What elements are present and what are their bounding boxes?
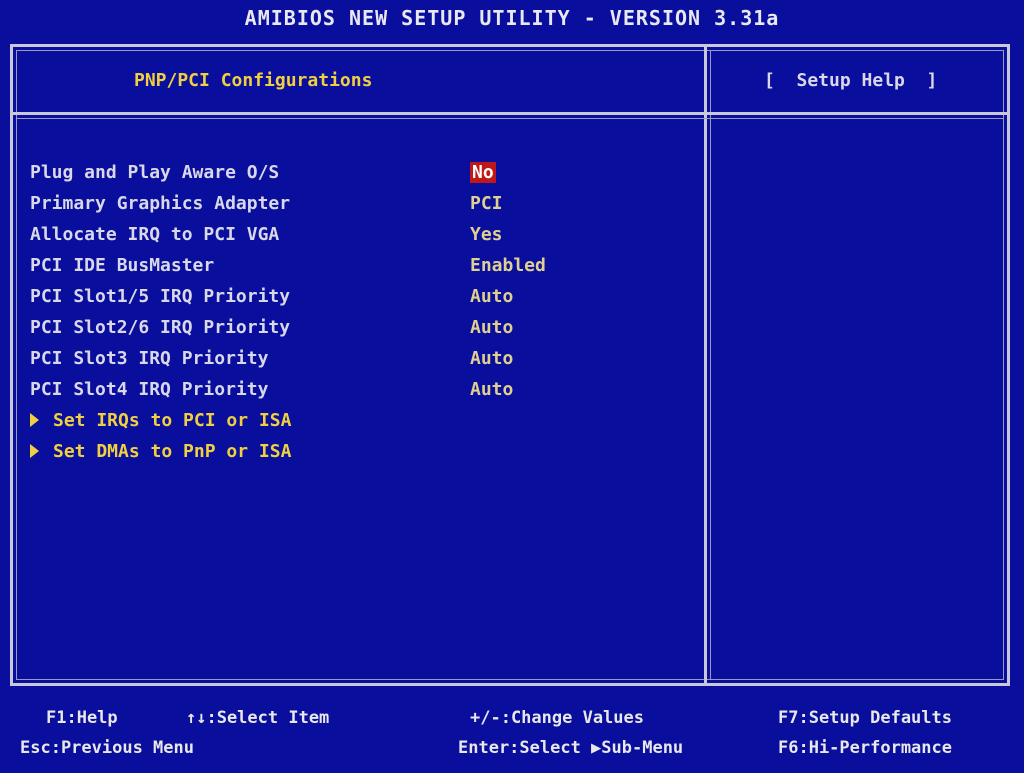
setting-label: Allocate IRQ to PCI VGA [30,224,280,245]
submenu-set-irqs[interactable]: Set IRQs to PCI or ISA [30,410,690,436]
setting-value[interactable]: PCI [470,193,503,214]
setting-value[interactable]: Auto [470,348,513,369]
bios-screen: AMIBIOS NEW SETUP UTILITY - VERSION 3.31… [0,0,1024,773]
setting-row-irq-vga[interactable]: Allocate IRQ to PCI VGA Yes [30,224,690,250]
setting-label: PCI Slot3 IRQ Priority [30,348,269,369]
triangle-right-icon [30,444,39,458]
setting-row-slot4-irq[interactable]: PCI Slot4 IRQ Priority Auto [30,379,690,405]
submenu-label: Set IRQs to PCI or ISA [30,410,291,431]
setting-label: PCI IDE BusMaster [30,255,215,276]
hint-setup-defaults: F7:Setup Defaults [778,708,952,728]
setting-value[interactable]: No [470,162,496,183]
setting-value[interactable]: Yes [470,224,503,245]
setting-label: PCI Slot4 IRQ Priority [30,379,269,400]
triangle-right-icon [30,413,39,427]
hint-change-values: +/-:Change Values [470,708,644,728]
setting-row-slot1-5-irq[interactable]: PCI Slot1/5 IRQ Priority Auto [30,286,690,312]
hint-previous-menu: Esc:Previous Menu [20,738,194,758]
setting-value[interactable]: Enabled [470,255,546,276]
title-bar: AMIBIOS NEW SETUP UTILITY - VERSION 3.31… [0,0,1024,44]
hint-select-item: ↑↓:Select Item [186,708,330,728]
setting-value[interactable]: Auto [470,317,513,338]
setup-help-title: [ Setup Help ] [764,70,938,91]
submenu-set-dmas[interactable]: Set DMAs to PnP or ISA [30,441,690,467]
hint-hi-performance: F6:Hi-Performance [778,738,952,758]
setting-row-pnp-os[interactable]: Plug and Play Aware O/S No [30,162,690,188]
setting-value[interactable]: Auto [470,379,513,400]
setting-label: Primary Graphics Adapter [30,193,291,214]
hint-select-submenu: Enter:Select ▶Sub-Menu [458,738,684,758]
setting-row-ide-busmaster[interactable]: PCI IDE BusMaster Enabled [30,255,690,281]
submenu-text: Set IRQs to PCI or ISA [53,410,292,431]
vertical-divider [704,44,707,686]
vertical-divider-inner [710,50,711,680]
header-divider [10,112,1010,115]
setting-label: Plug and Play Aware O/S [30,162,280,183]
setting-value[interactable]: Auto [470,286,513,307]
app-title: AMIBIOS NEW SETUP UTILITY - VERSION 3.31… [244,6,780,30]
setting-row-primary-graphics[interactable]: Primary Graphics Adapter PCI [30,193,690,219]
section-title: PNP/PCI Configurations [134,70,373,91]
setting-row-slot2-6-irq[interactable]: PCI Slot2/6 IRQ Priority Auto [30,317,690,343]
setting-row-slot3-irq[interactable]: PCI Slot3 IRQ Priority Auto [30,348,690,374]
setting-label: PCI Slot2/6 IRQ Priority [30,317,291,338]
setting-label: PCI Slot1/5 IRQ Priority [30,286,291,307]
submenu-label: Set DMAs to PnP or ISA [30,441,291,462]
hint-help: F1:Help [46,708,118,728]
header-divider-inner [16,118,1004,119]
submenu-text: Set DMAs to PnP or ISA [53,441,292,462]
key-hints-footer: F1:Help ↑↓:Select Item +/-:Change Values… [0,690,1024,773]
